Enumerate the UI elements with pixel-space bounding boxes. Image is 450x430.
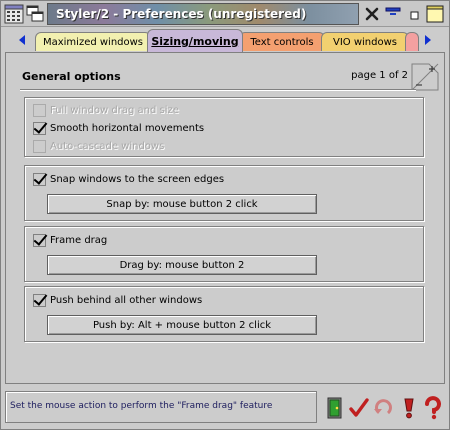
apply-checkmark-icon[interactable] [347,395,371,421]
auto-cascade-checkbox[interactable]: Auto-cascade windows [33,138,164,154]
page-turn-icon[interactable] [411,63,439,91]
button-label: Snap by: mouse button 2 click [106,198,258,210]
status-text: Set the mouse action to perform the "Fra… [10,401,273,411]
tab-label: Maximized windows [42,36,144,48]
checkbox-box[interactable] [33,172,46,186]
page-header: General options page 1 of 2 [20,65,412,87]
tab-label: Text controls [250,36,314,48]
title-bar[interactable]: Styler/2 - Preferences (unregistered) [1,1,449,27]
button-label: Push by: Alt + mouse button 2 click [92,319,272,331]
snap-group: Snap windows to the screen edges Snap by… [24,165,424,221]
exit-icon[interactable] [323,395,347,421]
notebook-page: General options page 1 of 2 Full window … [5,52,445,384]
help-icon[interactable] [421,395,445,421]
tab-scroll-left-icon[interactable] [15,32,29,48]
tab-label: Sizing/moving [151,34,239,48]
rollup-icon[interactable] [384,5,402,23]
checkbox-label: Smooth horizontal movements [50,122,205,134]
frame-drag-checkbox[interactable]: Frame drag [33,232,107,248]
frame-drag-group: Frame drag Drag by: mouse button 2 [24,226,424,282]
push-behind-group: Push behind all other windows Push by: A… [24,286,424,342]
window-list-icon[interactable] [25,4,45,24]
full-window-drag-checkbox[interactable]: Full window drag and size [33,102,179,118]
smooth-horizontal-checkbox[interactable]: Smooth horizontal movements [33,120,204,136]
checkbox-label: Snap windows to the screen edges [50,173,225,185]
page-indicator: page 1 of 2 [351,70,408,81]
tab-more[interactable] [405,32,419,51]
close-icon[interactable] [363,5,381,23]
preferences-window: Styler/2 - Preferences (unregistered) Ma… [0,0,450,430]
default-icon[interactable] [397,395,421,421]
checkbox-label: Push behind all other windows [50,294,203,306]
motion-options-group: Full window drag and size Smooth horizon… [24,97,424,157]
maximize-icon[interactable] [426,5,444,23]
tab-text-controls[interactable]: Text controls [239,32,325,51]
checkbox-box[interactable] [33,293,46,307]
checkbox-label: Auto-cascade windows [50,140,165,152]
tab-vio-windows[interactable]: VIO windows [321,32,409,51]
minimize-icon[interactable] [405,5,423,23]
push-behind-checkbox[interactable]: Push behind all other windows [33,292,202,308]
status-bar: Set the mouse action to perform the "Fra… [5,391,317,423]
checkbox-label: Full window drag and size [50,104,179,116]
tab-row: Maximized windows Sizing/moving Text con… [1,28,449,52]
button-label: Drag by: mouse button 2 [119,259,245,271]
header-divider [20,89,416,91]
snap-windows-checkbox[interactable]: Snap windows to the screen edges [33,171,224,187]
undo-icon[interactable] [371,395,395,421]
snap-by-button[interactable]: Snap by: mouse button 2 click [47,194,317,214]
checkbox-label: Frame drag [50,234,108,246]
title-strip[interactable]: Styler/2 - Preferences (unregistered) [47,3,359,25]
tab-maximized-windows[interactable]: Maximized windows [35,32,151,51]
checkbox-box[interactable] [33,121,46,135]
page-title: General options [22,70,121,83]
checkbox-box[interactable] [33,103,46,117]
push-by-button[interactable]: Push by: Alt + mouse button 2 click [47,315,317,335]
tab-sizing-moving[interactable]: Sizing/moving [147,29,243,52]
system-menu-icon[interactable] [4,4,24,24]
checkbox-box[interactable] [33,139,46,153]
drag-by-button[interactable]: Drag by: mouse button 2 [47,255,317,275]
tab-scroll-right-icon[interactable] [421,32,435,48]
checkbox-box[interactable] [33,233,46,247]
window-title: Styler/2 - Preferences (unregistered) [56,7,307,21]
tab-label: VIO windows [333,36,397,48]
